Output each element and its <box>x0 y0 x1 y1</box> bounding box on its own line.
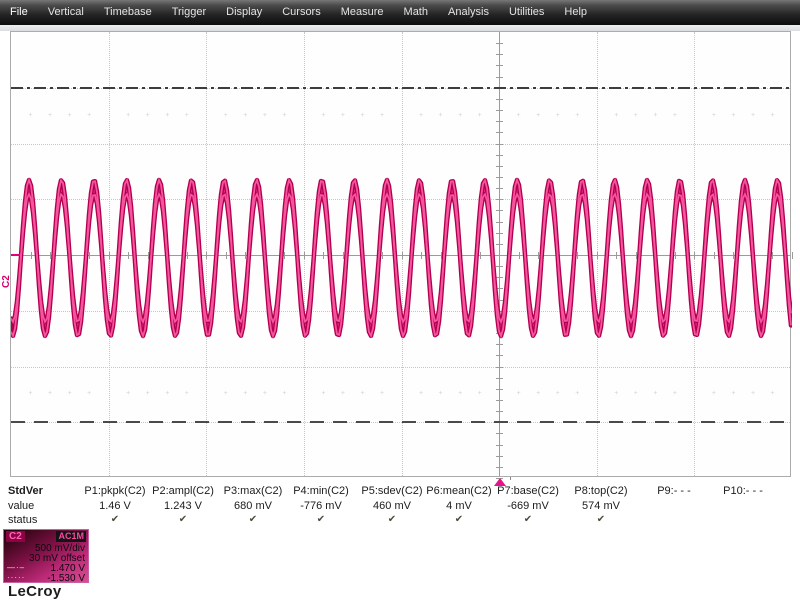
lecroy-logo: LeCroy <box>8 583 62 600</box>
menu-item-math[interactable]: Math <box>394 0 438 25</box>
coupling-badge: AC1M <box>56 531 86 542</box>
c2-trace-label: C2 <box>1 275 12 288</box>
dashdot-line-icon: —·– <box>7 563 26 572</box>
channel-badge: C2 <box>6 531 25 542</box>
menu-item-timebase[interactable]: Timebase <box>94 0 162 25</box>
c2-descriptor-box[interactable]: C2 AC1M 500 mV/div 30 mV offset —·– 1.47… <box>3 529 89 584</box>
table-rowhead-status: status <box>8 514 38 526</box>
table-rowhead-value: value <box>8 500 35 512</box>
measurement-value: 574 mV <box>582 500 620 512</box>
menu-item-cursors[interactable]: Cursors <box>272 0 331 25</box>
menu-item-file[interactable]: File <box>0 0 38 25</box>
menu-item-vertical[interactable]: Vertical <box>38 0 94 25</box>
measurement-label[interactable]: P10:- - - <box>695 485 791 497</box>
menu-item-help[interactable]: Help <box>554 0 597 25</box>
menu-item-display[interactable]: Display <box>216 0 272 25</box>
menu-items: File Vertical Timebase Trigger Display Cursor… <box>0 0 597 25</box>
c2-trace-indicator[interactable]: C2 <box>1 268 21 288</box>
trigger-position-marker[interactable] <box>494 478 506 486</box>
oscilloscope-screen: { "menubar": { "items": ["File","Vertica… <box>0 0 800 600</box>
waveform-grid: + + + + + + + + + + + + + + + + + + + + + + + + + + + + + + + + + + + + + + + +… <box>1 31 793 479</box>
measurement-table: StdVer value status P1:pkpk(C2) 1.46 V ✔ P2… <box>0 481 800 527</box>
descriptor-header: C2 AC1M <box>4 530 88 543</box>
menubar: File Vertical Timebase Trigger Display Cursor… <box>0 0 800 25</box>
c2-waveform-trace <box>11 177 792 339</box>
measurement-status-check: ✔ <box>596 514 606 525</box>
menu-item-trigger[interactable]: Trigger <box>162 0 216 25</box>
menu-item-utilities[interactable]: Utilities <box>499 0 554 25</box>
menu-item-measure[interactable]: Measure <box>331 0 394 25</box>
axis-tick <box>792 252 793 259</box>
c2-zero-level-marker[interactable] <box>11 254 20 256</box>
menu-item-analysis[interactable]: Analysis <box>438 0 499 25</box>
dotted-line-icon: ····· <box>7 573 26 582</box>
table-rowhead-stdver: StdVer <box>8 485 43 497</box>
